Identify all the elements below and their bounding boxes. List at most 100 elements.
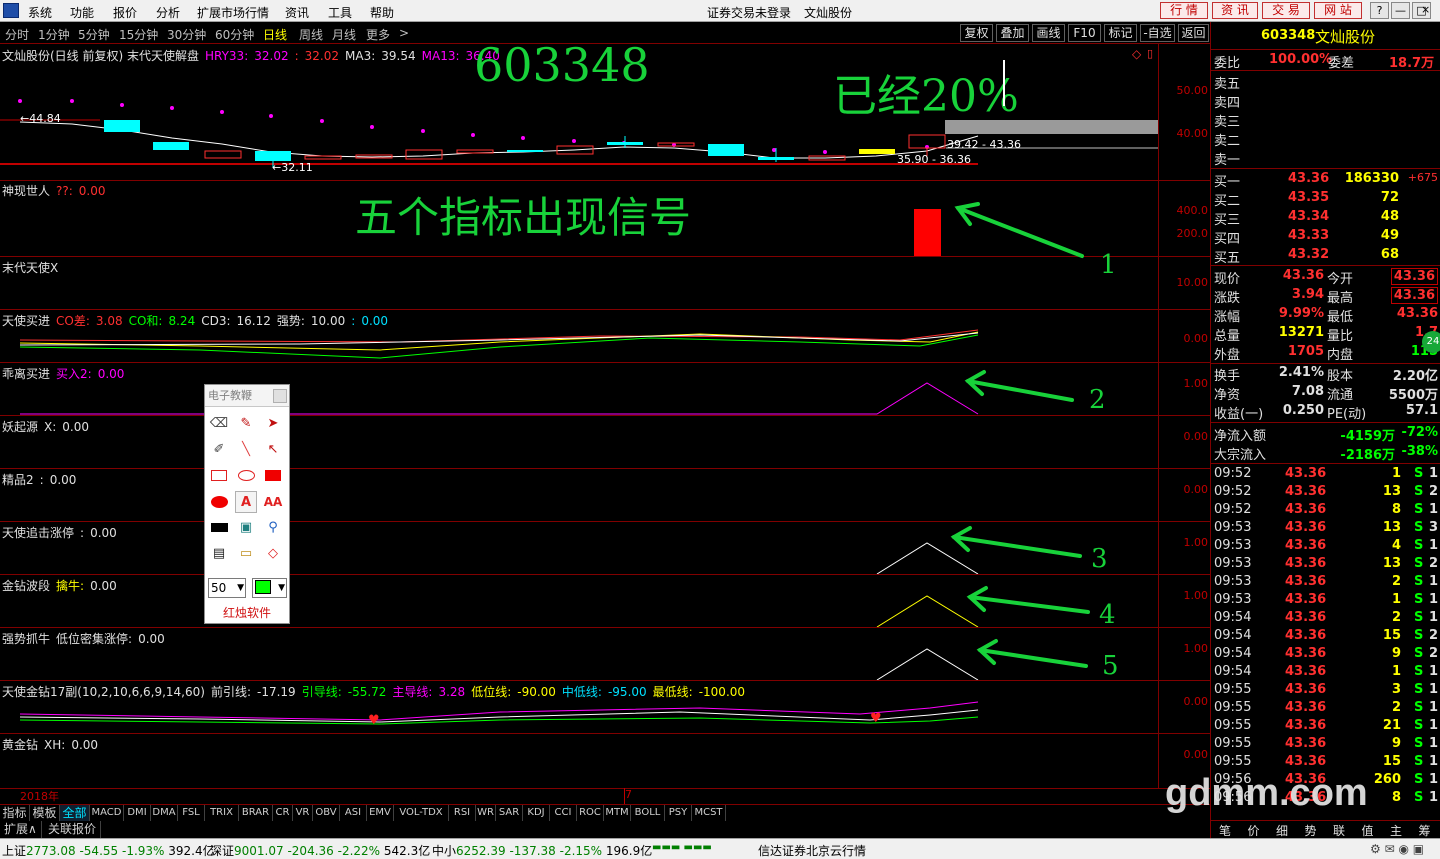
sell-level-row[interactable]: 卖四 <box>1211 91 1440 111</box>
indicator-tab[interactable]: 全部 <box>60 805 90 822</box>
indicator-tab[interactable]: OBV <box>313 805 340 822</box>
indicator-tab[interactable]: SAR <box>496 805 523 822</box>
indicator-tab[interactable]: RSI <box>449 805 476 822</box>
news-button[interactable]: 资 讯 <box>1212 2 1258 19</box>
chart-area[interactable]: 文灿股份(日线 前复权) 末代天使解盘 HRY33: 32.02:32.02 MA3:… <box>0 38 1210 804</box>
indicator-tab[interactable]: PSY <box>665 805 692 822</box>
buy-level-row[interactable]: 买二 43.35 72 <box>1211 189 1440 209</box>
menu-help[interactable]: 帮助 <box>370 4 394 21</box>
status-icons[interactable]: ⚙ ✉ ◉ ▣ <box>1370 842 1424 856</box>
indicator-tab[interactable]: 模板 <box>30 805 60 822</box>
quote-bottom-tab[interactable]: 价 <box>1248 822 1260 839</box>
indicator-tab[interactable]: MTM <box>604 805 631 822</box>
buy-level-row[interactable]: 买五 43.32 68 <box>1211 246 1440 266</box>
period-15min[interactable]: 15分钟 <box>119 26 158 43</box>
indicator-tab[interactable]: MCST <box>692 805 726 822</box>
menu-quote[interactable]: 报价 <box>113 4 137 21</box>
indicator-tab[interactable]: EMV <box>367 805 394 822</box>
period-more[interactable]: 更多 <box>366 26 390 43</box>
menu-analysis[interactable]: 分析 <box>156 4 180 21</box>
period-30min[interactable]: 30分钟 <box>167 26 206 43</box>
minimize-icon[interactable]: — <box>1391 2 1410 19</box>
quote-bottom-tab[interactable]: 主 <box>1390 822 1402 839</box>
sell-level-row[interactable]: 卖三 <box>1211 110 1440 130</box>
sell-level-row[interactable]: 卖一 <box>1211 148 1440 168</box>
sell-level-row[interactable]: 卖二 <box>1211 129 1440 149</box>
indicator-tab[interactable]: FSL <box>178 805 205 822</box>
draw-line-button[interactable]: 画线 <box>1032 24 1065 42</box>
line-icon[interactable]: ╲ <box>235 439 257 461</box>
period-weekly[interactable]: 周线 <box>299 26 323 43</box>
period-intraday[interactable]: 分时 <box>5 26 29 43</box>
related-quotes-tab[interactable]: 关联报价 <box>44 821 102 838</box>
rectangle-icon[interactable] <box>208 465 230 487</box>
quote-bottom-tab[interactable]: 联 <box>1333 822 1345 839</box>
indicator-tab[interactable]: DMA <box>151 805 178 822</box>
quote-bottom-tab[interactable]: 筹 <box>1419 822 1431 839</box>
diamond-shape-icon[interactable]: ◇ <box>262 543 284 565</box>
quote-bottom-tab[interactable]: 笔 <box>1219 822 1231 839</box>
menu-extended-market[interactable]: 扩展市场行情 <box>197 4 269 21</box>
quote-bottom-tab[interactable]: 细 <box>1276 822 1288 839</box>
toolbar-close-icon[interactable] <box>273 389 287 403</box>
indicator-tab[interactable]: VR <box>293 805 313 822</box>
pointer-toolbar[interactable]: 电子教鞭 ⌫ ✎ ➤ ✐ ╲ ↖ A AA ▣ ⚲ ▤ ▭ ◇ 50 ▼ ▼ 红烛… <box>204 384 290 624</box>
quote-bottom-tab[interactable]: 势 <box>1305 822 1317 839</box>
open-folder-icon[interactable]: ▭ <box>235 543 257 565</box>
marker-icon[interactable]: ✐ <box>208 439 230 461</box>
sell-level-row[interactable]: 卖五 <box>1211 72 1440 92</box>
indicator-tab[interactable]: ASI <box>340 805 367 822</box>
save-icon[interactable]: ▤ <box>208 543 230 565</box>
ellipse-icon[interactable] <box>235 465 257 487</box>
sh-index[interactable]: 上证2773.08 -54.55 -1.93% 392.4亿 <box>2 842 215 859</box>
indicator-tab[interactable]: KDJ <box>523 805 550 822</box>
buy-level-row[interactable]: 买四 43.33 49 <box>1211 227 1440 247</box>
period-daily[interactable]: 日线 <box>263 26 287 43</box>
period-60min[interactable]: 60分钟 <box>215 26 254 43</box>
indicator-tab[interactable]: WR <box>476 805 496 822</box>
pen-icon[interactable]: ✎ <box>235 413 257 435</box>
adjust-button[interactable]: 复权 <box>960 24 993 42</box>
indicator-tab[interactable]: CCI <box>550 805 577 822</box>
indicator-tab[interactable]: DMI <box>124 805 151 822</box>
text-tool-icon[interactable]: A <box>235 491 257 513</box>
indicator-tab[interactable]: 指标 <box>0 805 30 822</box>
period-next-arrow[interactable]: > <box>399 26 409 40</box>
f10-button[interactable]: F10 <box>1068 24 1101 42</box>
buy-level-row[interactable]: 买三 43.34 48 <box>1211 208 1440 228</box>
indicator-tab[interactable]: ROC <box>577 805 604 822</box>
indicator-tab[interactable]: MACD <box>90 805 124 822</box>
menu-news[interactable]: 资讯 <box>285 4 309 21</box>
quote-button[interactable]: 行 情 <box>1160 2 1208 19</box>
quote-bottom-tab[interactable]: 值 <box>1362 822 1374 839</box>
period-1min[interactable]: 1分钟 <box>38 26 70 43</box>
pen-size-select[interactable]: 50 ▼ <box>208 578 246 598</box>
screen-icon[interactable]: ▣ <box>235 517 257 539</box>
help-icon[interactable]: ? <box>1370 2 1389 19</box>
side-badge[interactable]: 24 <box>1422 331 1440 353</box>
indicator-tab[interactable]: BRAR <box>239 805 273 822</box>
back-button[interactable]: 返回 <box>1178 24 1209 42</box>
remove-watchlist-button[interactable]: -自选 <box>1140 24 1175 42</box>
pointer-icon[interactable]: ➤ <box>262 413 284 435</box>
sme-index[interactable]: 中小6252.39 -137.38 -2.15% 196.9亿 <box>432 842 652 859</box>
indicator-tab[interactable]: TRIX <box>205 805 239 822</box>
period-5min[interactable]: 5分钟 <box>78 26 110 43</box>
menu-system[interactable]: 系统 <box>28 4 52 21</box>
buy-level-row[interactable]: 买一 43.36 186330 +675 <box>1211 170 1440 190</box>
expand-tab[interactable]: 扩展∧ <box>0 821 42 838</box>
filled-ellipse-icon[interactable] <box>208 491 230 513</box>
menu-function[interactable]: 功能 <box>70 4 94 21</box>
color-select[interactable]: ▼ <box>252 578 287 598</box>
eraser-icon[interactable]: ⌫ <box>208 413 230 435</box>
menu-tools[interactable]: 工具 <box>328 4 352 21</box>
indicator-tab[interactable]: BOLL <box>631 805 665 822</box>
sz-index[interactable]: 深证9001.07 -204.36 -2.22% 542.3亿 <box>210 842 430 859</box>
indicator-tab[interactable]: VOL-TDX <box>394 805 449 822</box>
period-monthly[interactable]: 月线 <box>332 26 356 43</box>
arrow-icon[interactable]: ↖ <box>262 439 284 461</box>
magnifier-icon[interactable]: ⚲ <box>262 517 284 539</box>
font-size-icon[interactable]: AA <box>262 491 284 513</box>
trade-button[interactable]: 交 易 <box>1262 2 1310 19</box>
mark-button[interactable]: 标记 <box>1104 24 1137 42</box>
